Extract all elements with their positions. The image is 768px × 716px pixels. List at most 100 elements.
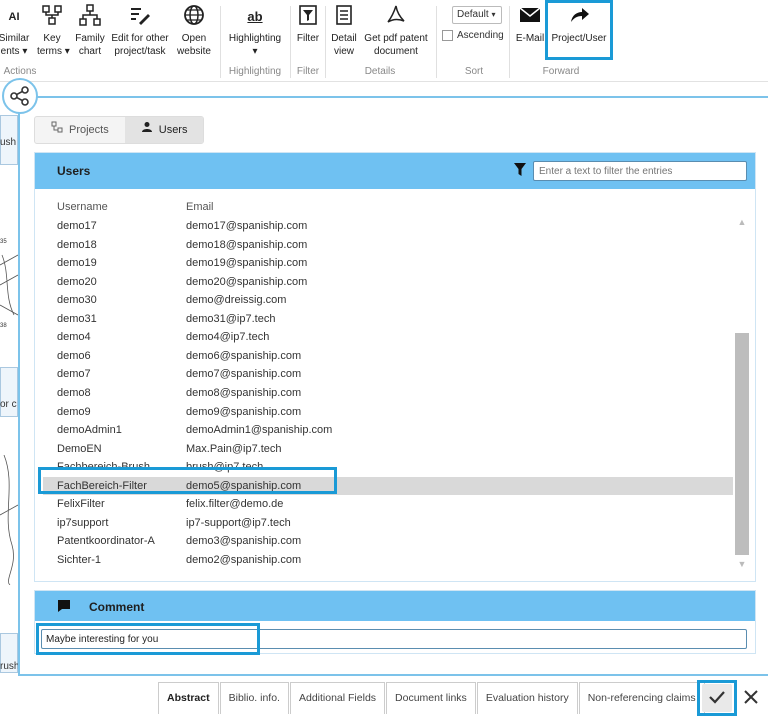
- tab-users[interactable]: Users: [124, 117, 204, 143]
- table-row[interactable]: DemoEN Max.Pain@ip7.tech: [43, 440, 733, 459]
- email-cell: demo2@spaniship.com: [186, 553, 302, 566]
- username-cell: demo8: [57, 386, 91, 399]
- email-cell: demo6@spaniship.com: [186, 349, 302, 362]
- document-detail-tabs: Abstract Biblio. info. Additional Fields Do…: [158, 682, 706, 714]
- pdf-icon: [361, 4, 431, 30]
- table-row[interactable]: demo7 demo7@spaniship.com: [43, 365, 733, 384]
- close-icon: [744, 690, 758, 704]
- drawing-thumbnail: [0, 454, 18, 586]
- table-row[interactable]: demo8 demo8@spaniship.com: [43, 384, 733, 403]
- tab-abstract[interactable]: Abstract: [158, 682, 219, 714]
- table-row[interactable]: Sichter-1 demo2@spaniship.com: [43, 551, 733, 570]
- email-cell: Max.Pain@ip7.tech: [186, 442, 282, 455]
- tab-biblio-info[interactable]: Biblio. info.: [219, 682, 289, 714]
- sort-select-value: Default: [457, 9, 489, 20]
- tab-evaluation-history[interactable]: Evaluation history: [476, 682, 578, 714]
- comment-header: Comment: [35, 591, 755, 621]
- table-row[interactable]: demo19 demo19@spaniship.com: [43, 254, 733, 273]
- table-row[interactable]: FelixFilter felix.filter@demo.de: [43, 495, 733, 514]
- forward-group-label: Forward: [542, 66, 580, 77]
- username-cell: Sichter-1: [57, 553, 102, 566]
- separator: [509, 6, 510, 78]
- scroll-thumb[interactable]: [735, 333, 749, 555]
- globe-icon: [175, 4, 213, 30]
- highlight-project-user: [545, 0, 613, 60]
- recipient-type-tabs: Projects Users: [34, 116, 205, 144]
- table-row[interactable]: demo17 demo17@spaniship.com: [43, 217, 733, 236]
- edit-icon: [109, 4, 171, 30]
- table-row[interactable]: Patentkoordinator-A demo3@spaniship.com: [43, 532, 733, 551]
- tab-document-links[interactable]: Document links: [386, 682, 476, 714]
- edit-other-project-button[interactable]: Edit for other project/task: [109, 4, 171, 58]
- username-cell: FelixFilter: [57, 498, 105, 511]
- detail-view-button[interactable]: Detail view: [328, 4, 360, 58]
- table-row[interactable]: demo20 demo20@spaniship.com: [43, 273, 733, 292]
- ascending-label: Ascending: [457, 30, 504, 41]
- email-cell: demo17@spaniship.com: [186, 220, 308, 232]
- users-list: demo17 demo17@spaniship.com demo18 demo18@s…: [35, 217, 735, 573]
- username-cell: demo17: [57, 220, 97, 232]
- separator: [436, 6, 437, 78]
- close-button[interactable]: [738, 684, 764, 712]
- highlighting-label: Highlighting: [228, 33, 282, 44]
- username-cell: demoAdmin1: [57, 424, 122, 437]
- filter-ribbon-button[interactable]: Filter: [293, 4, 323, 45]
- tab-additional-fields[interactable]: Additional Fields: [289, 682, 386, 714]
- highlight-confirm: [697, 680, 737, 716]
- ribbon-toolbar: AI Similar ents ▾ Key terms ▾ Family cha…: [0, 0, 768, 82]
- table-row[interactable]: yuliya y.kolotilova@ip7.tech: [43, 569, 733, 573]
- tab-projects-label: Projects: [69, 124, 109, 136]
- family-chart-button[interactable]: Family chart: [74, 4, 106, 58]
- tab-users-label: Users: [158, 124, 188, 136]
- username-cell: DemoEN: [57, 442, 102, 455]
- highlight-selected-user: [38, 467, 337, 494]
- table-row[interactable]: demo30 demo@dreissig.com: [43, 291, 733, 310]
- scroll-up-arrow-icon[interactable]: ▲: [735, 215, 749, 229]
- highlighting-button[interactable]: ab Highlighting ▾: [224, 4, 286, 58]
- table-row[interactable]: demo18 demo18@spaniship.com: [43, 236, 733, 255]
- table-row[interactable]: ip7support ip7-support@ip7.tech: [43, 514, 733, 533]
- ai-icon: AI: [8, 11, 20, 23]
- table-row[interactable]: demo6 demo6@spaniship.com: [43, 347, 733, 366]
- comment-icon: [57, 599, 71, 616]
- scroll-down-arrow-icon[interactable]: ▼: [735, 557, 749, 571]
- email-cell: felix.filter@demo.de: [186, 498, 284, 511]
- email-button[interactable]: E-Mail: [513, 4, 547, 45]
- family-chart-label: Family: [75, 33, 105, 44]
- username-cell: demo4: [57, 331, 91, 344]
- user-filter-input[interactable]: [533, 161, 747, 181]
- users-scrollbar[interactable]: ▲ ▼: [735, 209, 749, 575]
- separator: [325, 6, 326, 78]
- email-cell: demo7@spaniship.com: [186, 368, 302, 381]
- user-icon: [141, 117, 153, 143]
- email-cell: demo8@spaniship.com: [186, 386, 302, 399]
- username-cell: demo30: [57, 294, 97, 307]
- key-terms-button[interactable]: Key terms ▾: [37, 4, 70, 58]
- sort-group-label: Sort: [464, 66, 484, 77]
- table-row[interactable]: demo4 demo4@ip7.tech: [43, 328, 733, 347]
- table-row[interactable]: demo9 demo9@spaniship.com: [43, 403, 733, 422]
- column-header-username: Username: [57, 201, 108, 213]
- similar-button[interactable]: AI Similar ents ▾: [0, 4, 36, 58]
- username-cell: demo19: [57, 257, 97, 270]
- drawing-thumbnail: [0, 235, 18, 335]
- highlighting-label-2: ▾: [252, 46, 258, 57]
- get-pdf-button[interactable]: Get pdf patent document: [361, 4, 431, 58]
- email-cell: demo20@spaniship.com: [186, 275, 308, 288]
- username-cell: demo7: [57, 368, 91, 381]
- tab-non-referencing-claims[interactable]: Non-referencing claims: [578, 682, 705, 714]
- tab-projects[interactable]: Projects: [35, 117, 125, 143]
- ascending-checkbox[interactable]: Ascending: [442, 30, 504, 41]
- sort-select[interactable]: Default ▾: [452, 6, 502, 24]
- share-icon: [2, 78, 38, 114]
- open-website-button[interactable]: Open website: [175, 4, 213, 58]
- app-window: AI Similar ents ▾ Key terms ▾ Family cha…: [0, 0, 768, 716]
- table-row[interactable]: demo31 demo31@ip7.tech: [43, 310, 733, 329]
- chevron-down-icon: ▾: [491, 10, 496, 19]
- detail-view-label-2: view: [333, 46, 354, 57]
- email-cell: demoAdmin1@spaniship.com: [186, 424, 333, 437]
- username-cell: demo9: [57, 405, 91, 418]
- checkbox-box[interactable]: [442, 30, 453, 41]
- edit-other-label: Edit for other: [111, 33, 169, 44]
- table-row[interactable]: demoAdmin1 demoAdmin1@spaniship.com: [43, 421, 733, 440]
